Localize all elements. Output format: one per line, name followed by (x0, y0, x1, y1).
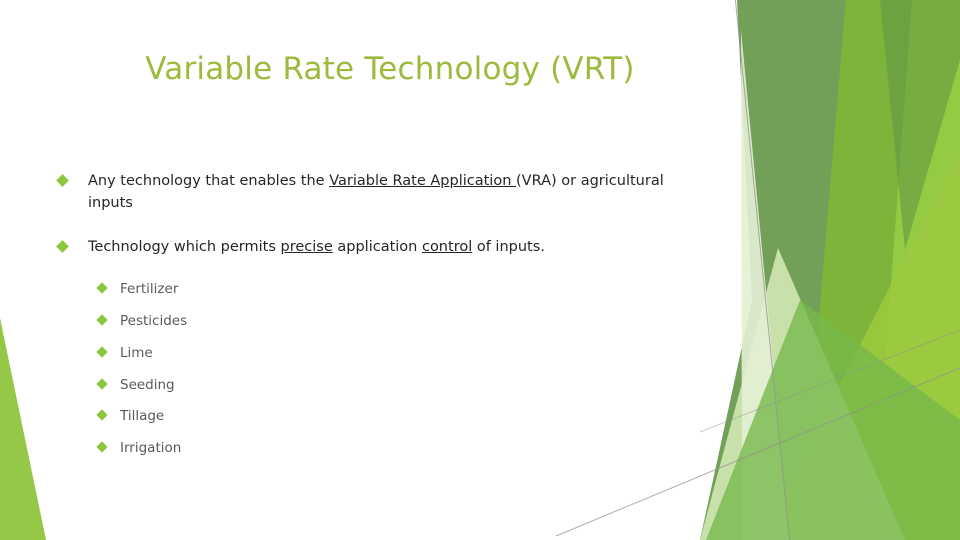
pale-green-triangle (700, 248, 905, 540)
bullet-item: Any technology that enables the Variable… (44, 170, 684, 215)
hairline-steep (734, 0, 791, 540)
left-wedge-shape (0, 318, 46, 540)
bullet-text-segment-underlined: precise (280, 238, 333, 255)
sub-bullet-item-pesticides: Pesticides (44, 311, 684, 331)
sub-bullet-label: Pesticides (120, 313, 188, 330)
bullet-text-segment-underlined: Variable Rate Application (329, 173, 517, 189)
sub-bullet-item-fertilizer: Fertilizer (44, 279, 684, 299)
bullet-text-segment: of inputs. (472, 238, 545, 255)
diamond-bullet-icon (96, 377, 108, 390)
dark-accent-wedge (880, 0, 960, 250)
sub-bullet-item-lime: Lime (44, 343, 684, 363)
sub-bullet-item-irrigation: Irrigation (44, 438, 684, 458)
sub-bullet-item-tillage: Tillage (44, 406, 684, 426)
bullet-text: Technology which permits precise applica… (88, 239, 545, 255)
bullet-text-segment: Any technology that enables the (88, 173, 330, 189)
bullet-text: Any technology that enables the Variable… (88, 173, 664, 211)
slide-title: Variable Rate Technology (VRT) (145, 51, 635, 87)
diamond-bullet-icon (56, 240, 69, 253)
diamond-bullet-icon (96, 282, 108, 295)
diamond-bullet-icon (56, 174, 69, 187)
bullet-item: Technology which permits precise applica… (44, 236, 684, 258)
mid-green-band (800, 0, 960, 540)
sub-bullet-label: Lime (120, 344, 153, 361)
sub-bullet-label: Seeding (120, 376, 175, 393)
diamond-bullet-icon (96, 346, 108, 358)
hairline-shallow-2 (699, 329, 960, 433)
bullet-text-segment: Technology which permits (88, 238, 281, 255)
palest-green-sliver (741, 30, 790, 540)
light-green-lower-shape (760, 150, 960, 540)
bright-green-band (872, 0, 960, 540)
slide-canvas: Variable Rate Technology (VRT) Any techn… (0, 0, 960, 540)
sub-bullet-list: Fertilizer Pesticides Lime Seeding Tilla… (44, 279, 684, 458)
dark-olive-band (700, 0, 960, 540)
slide-body: Any technology that enables the Variable… (44, 170, 684, 470)
diamond-bullet-icon (96, 441, 108, 453)
green-overlay-triangle (706, 300, 960, 540)
sub-bullet-label: Irrigation (120, 440, 182, 457)
diamond-bullet-icon (96, 314, 108, 326)
sub-bullet-label: Fertilizer (120, 281, 179, 298)
bullet-text-segment-underlined: control (421, 238, 473, 255)
diamond-bullet-icon (96, 409, 108, 422)
sub-bullet-label: Tillage (120, 408, 165, 425)
sub-bullet-item-seeding: Seeding (44, 375, 684, 395)
bullet-text-segment: application (332, 238, 422, 255)
